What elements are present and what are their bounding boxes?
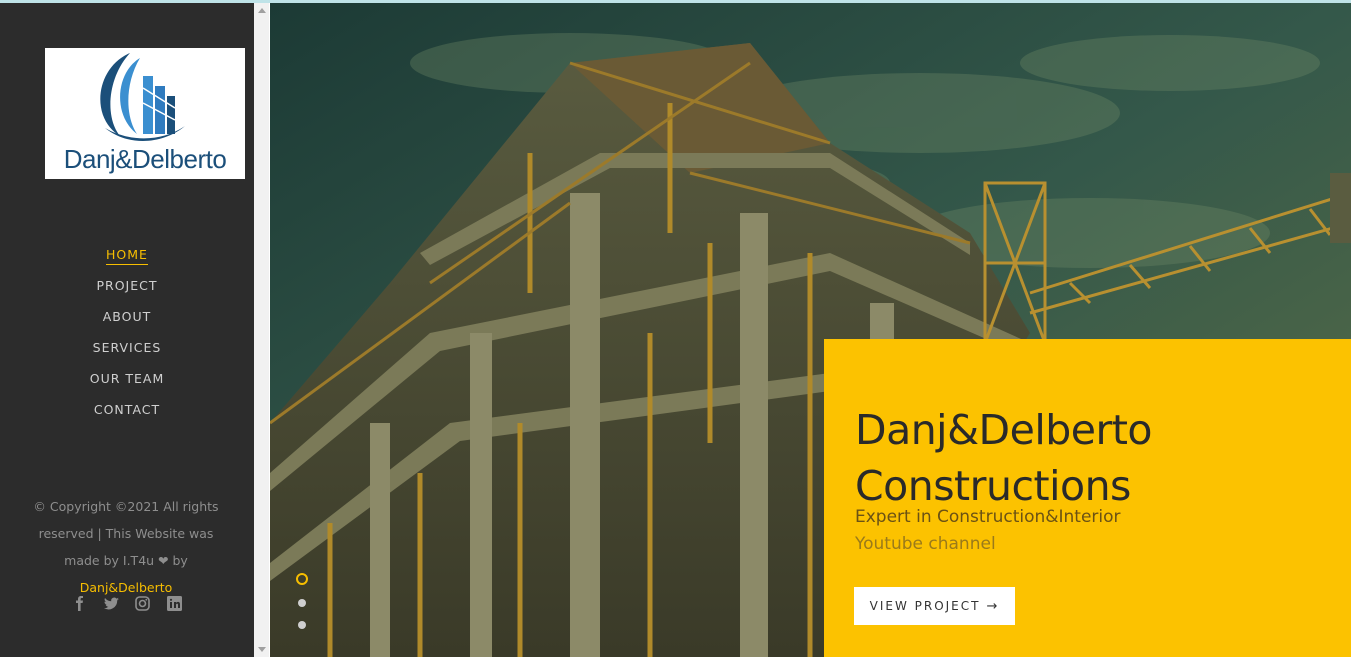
scrollbar[interactable] — [254, 3, 269, 657]
copyright-text: © Copyright ©2021 All rights reserved | … — [33, 499, 219, 568]
twitter-icon[interactable] — [103, 596, 119, 611]
nav-home[interactable]: HOME — [106, 247, 148, 265]
arrow-right-icon: → — [986, 598, 1000, 614]
sidebar: Danj&Delberto HOME PROJECT ABOUT SERVICE… — [0, 3, 254, 657]
main-nav: HOME PROJECT ABOUT SERVICES OUR TEAM CON… — [0, 246, 254, 432]
social-links — [0, 595, 254, 613]
view-project-button[interactable]: VIEW PROJECT → — [854, 587, 1015, 625]
hero-subtitle-line1: Expert in Construction&Interior — [855, 507, 1121, 527]
hero-title-line1: Danj&Delberto — [855, 406, 1153, 455]
slide-dot-2[interactable] — [298, 599, 306, 607]
slide-dot-1[interactable] — [296, 573, 308, 585]
linkedin-icon[interactable] — [166, 596, 182, 612]
logo-text: Danj&Delberto — [63, 144, 227, 174]
nav-project[interactable]: PROJECT — [96, 278, 157, 295]
hero-card: Danj&Delberto Constructions Expert in Co… — [824, 339, 1351, 657]
copyright: © Copyright ©2021 All rights reserved | … — [20, 493, 232, 601]
copyright-brand-link[interactable]: Danj&Delberto — [80, 580, 173, 595]
slider-dots — [296, 573, 308, 643]
scroll-up-arrow-icon[interactable] — [258, 8, 266, 13]
hero-subtitle-line2: Youtube channel — [855, 534, 996, 554]
instagram-icon[interactable] — [135, 596, 151, 612]
nav-contact[interactable]: CONTACT — [94, 402, 160, 419]
nav-about[interactable]: ABOUT — [103, 309, 152, 326]
hero-title-line2: Constructions — [855, 462, 1131, 511]
nav-services[interactable]: SERVICES — [93, 340, 162, 357]
slide-dot-3[interactable] — [298, 621, 306, 629]
view-project-label: VIEW PROJECT — [869, 599, 981, 613]
scroll-down-arrow-icon[interactable] — [258, 647, 266, 652]
hero-title: Danj&Delberto Constructions — [855, 402, 1325, 514]
facebook-icon[interactable] — [72, 596, 87, 612]
nav-our-team[interactable]: OUR TEAM — [90, 371, 165, 388]
logo[interactable]: Danj&Delberto — [45, 48, 245, 179]
